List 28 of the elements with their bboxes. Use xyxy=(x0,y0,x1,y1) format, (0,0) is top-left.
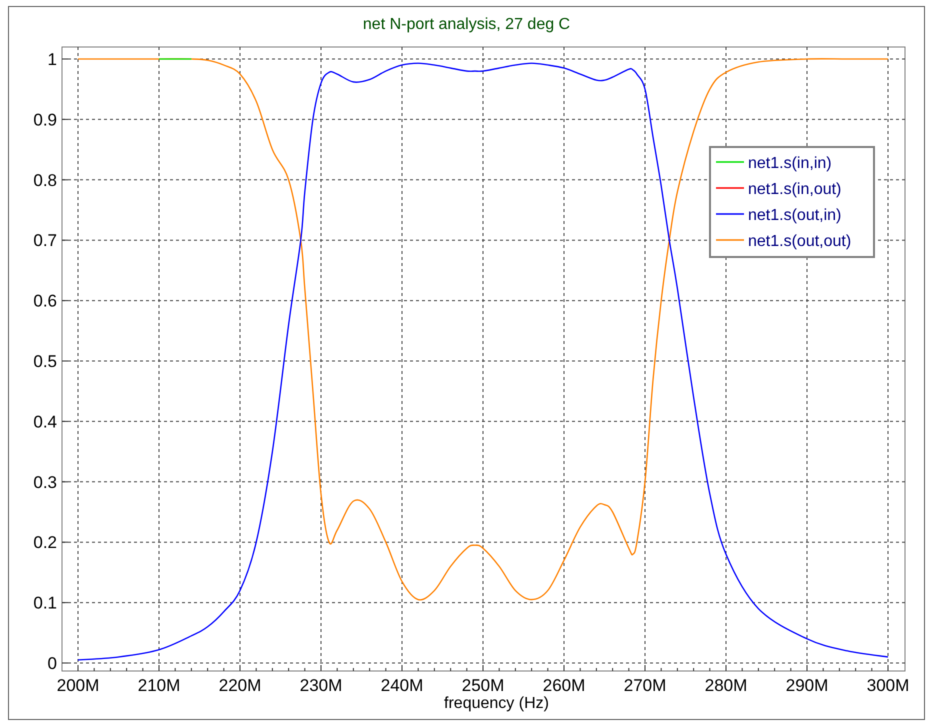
y-tick-label: 0.4 xyxy=(33,412,57,432)
legend-label: net1.s(in,in) xyxy=(748,155,832,172)
y-tick-label: 0.8 xyxy=(33,170,57,190)
chart-title: net N-port analysis, 27 deg C xyxy=(362,15,572,35)
y-tick-label: 0.9 xyxy=(33,110,57,130)
y-tick-label: 0.2 xyxy=(33,533,57,552)
y-tick-label: 0.1 xyxy=(33,594,57,613)
x-tick-label: 270M xyxy=(624,676,666,694)
x-tick-label: 230M xyxy=(300,676,342,694)
x-tick-label: 250M xyxy=(462,676,504,694)
legend-label: net1.s(out,in) xyxy=(748,207,842,224)
y-tick-label: 0.5 xyxy=(33,352,57,371)
x-axis-label: frequency (Hz) xyxy=(444,694,549,714)
x-tick-label: 210M xyxy=(138,676,180,694)
x-tick-label: 200M xyxy=(56,676,100,694)
x-tick-label: 290M xyxy=(786,676,828,694)
y-tick-label: 0.7 xyxy=(33,231,57,250)
y-tick-label: 1 xyxy=(48,50,57,69)
legend-label: net1.s(out,out) xyxy=(748,233,852,250)
x-tick-label: 280M xyxy=(704,676,748,694)
x-tick-label: 260M xyxy=(542,676,586,694)
legend-label: net1.s(in,out) xyxy=(748,181,842,198)
x-tick-label: 220M xyxy=(218,676,262,694)
y-tick-label: 0.6 xyxy=(33,292,57,311)
x-tick-label: 240M xyxy=(380,676,424,694)
x-tick-label: 300M xyxy=(866,676,910,694)
y-tick-label: 0.3 xyxy=(33,472,57,492)
y-tick-label: 0 xyxy=(48,654,57,673)
